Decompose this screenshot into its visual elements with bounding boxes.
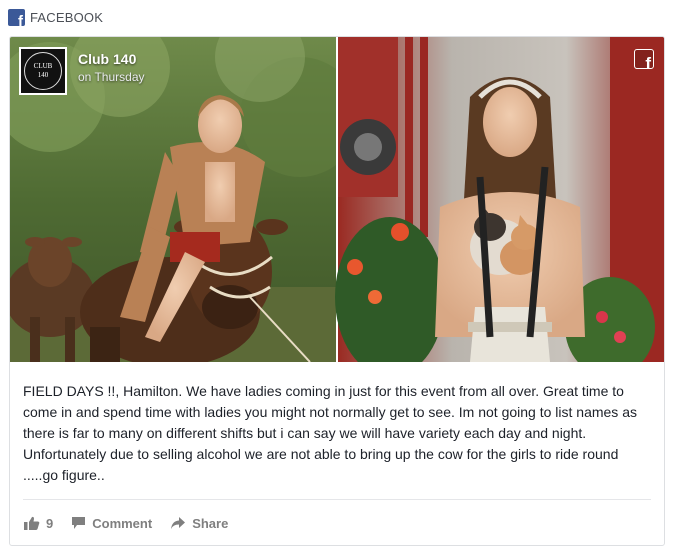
post-header: CLUB 140 Club 140 on Thursday bbox=[19, 47, 145, 95]
share-button[interactable]: Share bbox=[170, 516, 228, 531]
post-text: FIELD DAYS !!, Hamilton. We have ladies … bbox=[23, 383, 637, 483]
post-actions: 9 Comment Share bbox=[24, 513, 246, 533]
comment-icon bbox=[72, 517, 86, 529]
widget-header: f FACEBOOK bbox=[8, 8, 103, 26]
share-arrow-icon bbox=[171, 517, 186, 529]
thumbs-up-icon bbox=[24, 516, 40, 530]
like-button[interactable]: 9 bbox=[24, 516, 53, 531]
comment-button[interactable]: Comment bbox=[71, 516, 152, 531]
widget-title: FACEBOOK bbox=[30, 9, 104, 25]
comment-label: Comment bbox=[92, 515, 153, 531]
avatar-text-line1: CLUB bbox=[33, 62, 53, 70]
post-header-meta: Club 140 on Thursday bbox=[78, 47, 145, 84]
avatar-text-line2: 140 bbox=[37, 71, 49, 79]
facebook-f-icon[interactable]: f bbox=[634, 49, 654, 69]
like-count: 9 bbox=[46, 515, 54, 531]
post-timestamp[interactable]: on Thursday bbox=[78, 70, 145, 84]
avatar-logo: CLUB 140 bbox=[24, 52, 62, 90]
share-label: Share bbox=[192, 515, 229, 531]
page-name[interactable]: Club 140 bbox=[78, 51, 145, 67]
post-photo[interactable]: CLUB 140 Club 140 on Thursday f bbox=[10, 37, 664, 362]
divider bbox=[23, 499, 651, 500]
page-avatar[interactable]: CLUB 140 bbox=[19, 47, 67, 95]
facebook-post-card: CLUB 140 Club 140 on Thursday f FIELD DA… bbox=[9, 36, 665, 546]
facebook-logo-icon[interactable]: f bbox=[8, 8, 25, 26]
